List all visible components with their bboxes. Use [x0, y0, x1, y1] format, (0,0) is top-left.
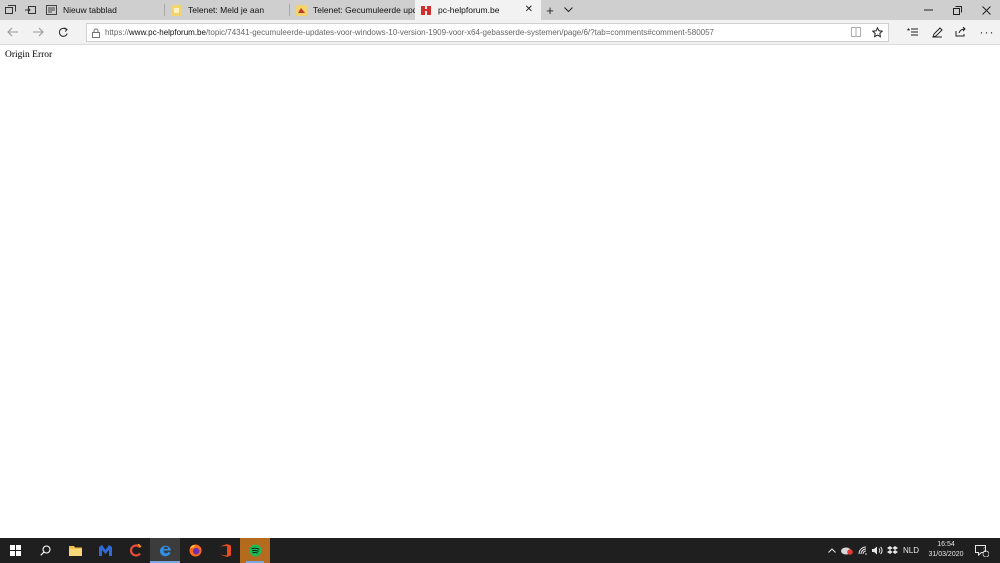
ccleaner-button[interactable] — [120, 538, 150, 563]
page-content: Origin Error — [0, 45, 1000, 537]
add-to-favorites-button[interactable] — [867, 23, 887, 41]
office-button[interactable] — [210, 538, 240, 563]
clock[interactable]: 16:54 31/03/2020 — [920, 540, 972, 560]
edge-icon — [159, 545, 171, 557]
minimize-icon — [923, 9, 933, 11]
edge-browser-button[interactable] — [150, 538, 180, 563]
pen-icon — [931, 26, 943, 38]
show-tab-previews-button[interactable] — [559, 0, 577, 20]
tab-new-tab[interactable]: Nieuw tabblad — [40, 0, 165, 20]
search-button[interactable] — [30, 538, 60, 563]
show-hidden-icons-button[interactable] — [826, 538, 838, 563]
set-tabs-aside-button[interactable] — [20, 0, 40, 20]
malwarebytes-button[interactable] — [90, 538, 120, 563]
clock-date: 31/03/2020 — [928, 551, 964, 558]
windows-logo-icon — [9, 545, 21, 556]
url-host: www.pc-helpforum.be — [129, 28, 206, 37]
star-icon — [871, 26, 883, 38]
firefox-icon — [189, 544, 201, 557]
new-tab-button[interactable]: + — [541, 0, 559, 20]
spotify-button[interactable] — [240, 538, 270, 563]
tab-bar: Nieuw tabblad Telenet: Meld je aan Telen… — [0, 0, 1000, 20]
navigation-bar: https://www.pc-helpforum.be/topic/74341-… — [0, 20, 1000, 45]
telenet-favicon — [171, 4, 182, 16]
tab-pc-helpforum[interactable]: pc-helpforum.be ✕ — [415, 0, 541, 20]
notification-count: 2 — [983, 548, 987, 554]
favorites-list-icon — [907, 28, 918, 36]
dropbox-icon — [886, 546, 898, 554]
url-path: /topic/74341-gecumuleerde-updates-voor-w… — [205, 28, 714, 37]
tab-label: Telenet: Gecumuleerde upd — [313, 5, 415, 15]
firefox-button[interactable] — [180, 538, 210, 563]
notifications-icon — [975, 544, 989, 557]
close-window-button[interactable] — [972, 0, 1000, 20]
search-icon — [39, 545, 51, 556]
security-tray-button[interactable] — [840, 538, 854, 563]
url-scheme: https:// — [105, 28, 130, 37]
reading-view-button[interactable] — [846, 23, 866, 41]
reading-view-icon — [851, 27, 861, 37]
favorites-hub-button[interactable] — [903, 23, 923, 41]
tab-label: Nieuw tabblad — [63, 5, 117, 15]
refresh-button[interactable] — [52, 23, 74, 41]
refresh-icon — [58, 26, 68, 37]
office-icon — [219, 544, 231, 557]
origin-error-text: Origin Error — [5, 50, 53, 60]
security-alert-icon — [841, 547, 853, 555]
tabs-aside-icon — [4, 5, 16, 14]
share-button[interactable] — [951, 23, 971, 41]
spotify-icon — [249, 544, 261, 557]
network-tray-button[interactable] — [856, 538, 870, 563]
tab-label: pc-helpforum.be — [438, 5, 500, 15]
chevron-up-icon — [828, 548, 836, 553]
dropbox-tray-button[interactable] — [885, 538, 899, 563]
forward-button[interactable] — [27, 23, 49, 41]
forward-arrow-icon — [33, 27, 44, 37]
telenet-favicon — [296, 4, 307, 16]
address-bar[interactable]: https://www.pc-helpforum.be/topic/74341-… — [86, 23, 889, 42]
clock-time: 16:54 — [937, 541, 955, 548]
set-aside-icon — [24, 6, 36, 14]
malwarebytes-icon — [98, 545, 112, 556]
speaker-icon — [871, 546, 882, 555]
restore-icon — [952, 5, 962, 15]
close-icon — [981, 5, 991, 15]
chevron-down-icon — [563, 7, 573, 13]
settings-and-more-button[interactable]: ··· — [977, 23, 997, 41]
lock-icon[interactable] — [87, 28, 105, 38]
volume-tray-button[interactable] — [870, 538, 884, 563]
back-button[interactable] — [2, 23, 24, 41]
file-explorer-button[interactable] — [60, 538, 90, 563]
tab-telenet-updates[interactable]: Telenet: Gecumuleerde upd — [290, 0, 415, 20]
pc-helpforum-favicon — [421, 5, 432, 16]
ccleaner-icon — [129, 544, 142, 557]
folder-icon — [68, 546, 82, 556]
action-center-button[interactable]: 2 — [972, 538, 992, 563]
input-language-button[interactable]: NLD — [900, 538, 922, 563]
tab-preview-button[interactable] — [0, 0, 20, 20]
add-notes-button[interactable] — [927, 23, 947, 41]
start-button[interactable] — [0, 538, 30, 563]
share-icon — [955, 27, 966, 37]
more-dots-icon: ··· — [979, 25, 995, 39]
restore-button[interactable] — [943, 0, 971, 20]
minimize-button[interactable] — [914, 0, 942, 20]
wifi-icon — [858, 546, 867, 555]
plus-icon: + — [546, 2, 554, 18]
close-tab-icon[interactable]: ✕ — [525, 4, 533, 16]
back-arrow-icon — [7, 27, 18, 37]
new-tab-page-icon — [46, 5, 57, 16]
tab-label: Telenet: Meld je aan — [188, 5, 265, 15]
tab-telenet-login[interactable]: Telenet: Meld je aan — [165, 0, 290, 20]
